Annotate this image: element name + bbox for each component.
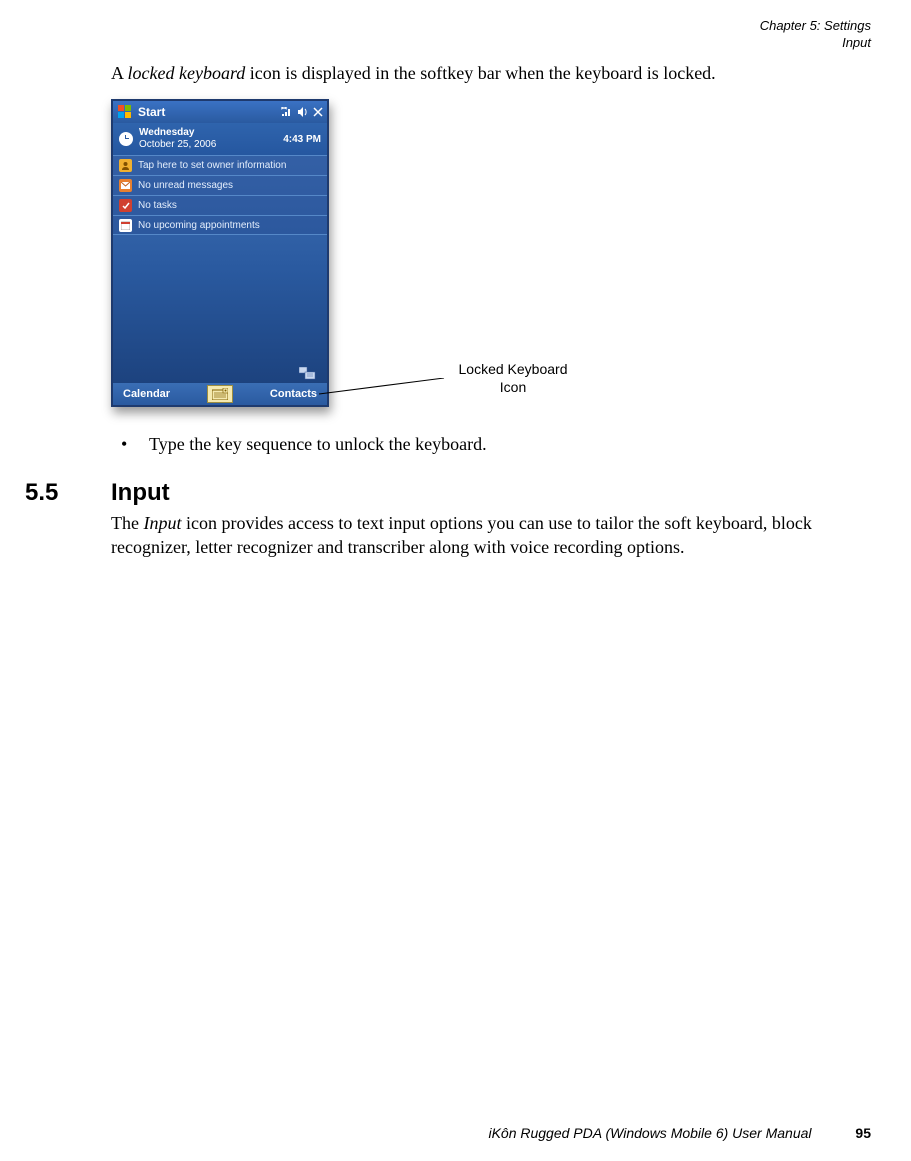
section-heading: 5.5 Input (25, 479, 871, 507)
callout-label: Locked Keyboard Icon (443, 361, 583, 396)
tasks-icon (119, 199, 132, 212)
date-text: Wednesday October 25, 2006 (139, 127, 283, 151)
page-header: Chapter 5: Settings Input (760, 18, 871, 52)
locked-keyboard-icon[interactable] (207, 385, 233, 403)
locked-keyboard-status-icon (299, 367, 317, 381)
header-chapter: Chapter 5: Settings (760, 18, 871, 35)
page-content: A locked keyboard icon is displayed in t… (111, 62, 871, 559)
softkey-left[interactable]: Calendar (123, 388, 170, 400)
bullet-marker: • (121, 433, 149, 456)
tasks-text: No tasks (138, 200, 177, 211)
bullet-text: Type the key sequence to unlock the keyb… (149, 433, 487, 456)
appointments-row[interactable]: No upcoming appointments (113, 215, 327, 235)
owner-text: Tap here to set owner information (138, 160, 286, 171)
close-icon[interactable] (313, 107, 323, 117)
bullet-list: • Type the key sequence to unlock the ke… (111, 433, 871, 456)
intro-post: icon is displayed in the softkey bar whe… (245, 63, 715, 83)
body-post: icon provides access to text input optio… (111, 513, 812, 557)
page-footer: iKôn Rugged PDA (Windows Mobile 6) User … (488, 1125, 871, 1141)
intro-em: locked keyboard (128, 63, 246, 83)
date-full: October 25, 2006 (139, 139, 283, 151)
bullet-item: • Type the key sequence to unlock the ke… (121, 433, 871, 456)
system-tray (281, 107, 323, 117)
header-section: Input (760, 35, 871, 52)
date-day: Wednesday (139, 127, 283, 139)
tasks-row[interactable]: No tasks (113, 195, 327, 215)
calendar-icon (119, 219, 132, 232)
body-pre: The (111, 513, 143, 533)
footer-manual: iKôn Rugged PDA (Windows Mobile 6) User … (488, 1125, 811, 1141)
callout-line1: Locked Keyboard (443, 361, 583, 379)
figure-area: Start Wednesday (111, 99, 871, 423)
section-title: Input (111, 479, 170, 507)
owner-row[interactable]: Tap here to set owner information (113, 155, 327, 175)
intro-pre: A (111, 63, 128, 83)
envelope-icon (119, 179, 132, 192)
messages-row[interactable]: No unread messages (113, 175, 327, 195)
callout-line (319, 378, 449, 398)
windows-flag-icon (117, 104, 133, 120)
device-screenshot: Start Wednesday (111, 99, 329, 407)
section-body: The Input icon provides access to text i… (111, 511, 871, 560)
intro-paragraph: A locked keyboard icon is displayed in t… (111, 62, 871, 85)
speaker-icon (297, 107, 309, 117)
signal-icon (281, 107, 293, 117)
start-label: Start (138, 105, 165, 119)
body-em: Input (143, 513, 181, 533)
start-bar[interactable]: Start (113, 101, 327, 123)
time-label: 4:43 PM (283, 134, 321, 145)
owner-icon (119, 159, 132, 172)
footer-page-number: 95 (855, 1125, 871, 1141)
callout-line2: Icon (443, 379, 583, 397)
date-bar[interactable]: Wednesday October 25, 2006 4:43 PM (113, 123, 327, 155)
clock-icon (119, 132, 133, 146)
softkey-bar: Calendar Contacts (113, 383, 327, 405)
section-number: 5.5 (25, 479, 111, 507)
appointments-text: No upcoming appointments (138, 220, 260, 231)
messages-text: No unread messages (138, 180, 233, 191)
softkey-right[interactable]: Contacts (270, 388, 317, 400)
